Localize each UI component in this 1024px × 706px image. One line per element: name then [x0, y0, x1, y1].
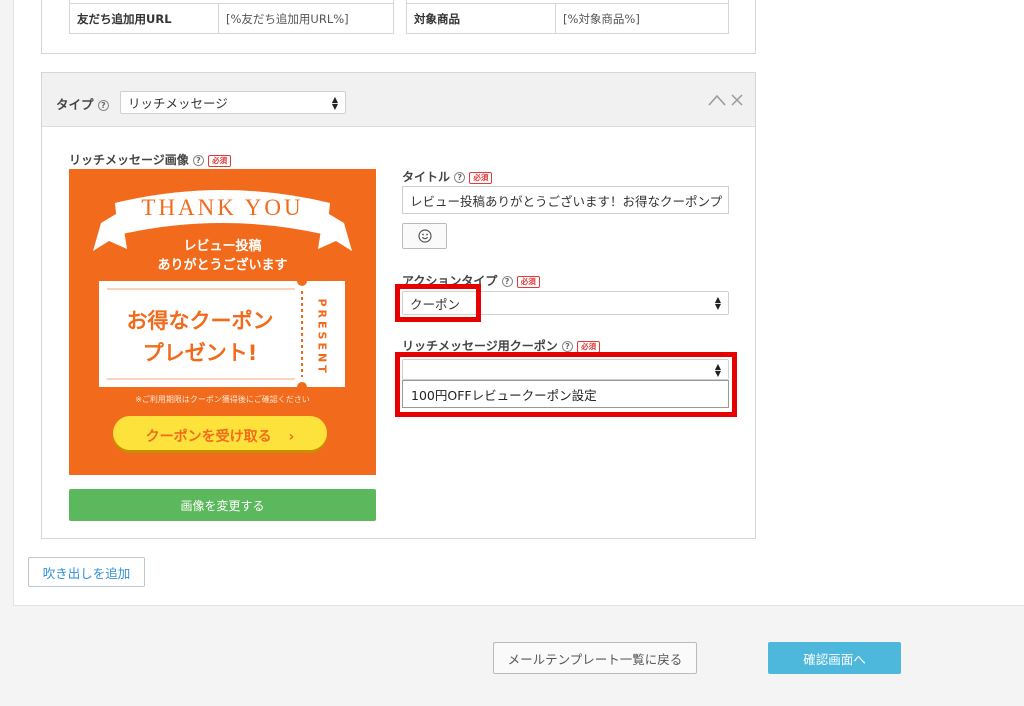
image-line1: レビュー投稿	[183, 239, 262, 254]
help-icon[interactable]: ?	[192, 155, 204, 166]
emoji-button[interactable]	[402, 223, 447, 249]
cta-text: クーポンを受け取る ›	[145, 429, 295, 445]
back-to-list-button[interactable]: メールテンプレート一覧に戻る	[493, 642, 697, 674]
type-select-value: リッチメッセージ	[128, 96, 228, 111]
highlight-box-action-type	[395, 284, 481, 322]
change-image-button[interactable]: 画像を変更する	[69, 489, 376, 521]
chevron-right-icon: ›	[288, 429, 295, 445]
coupon-line2: プレゼント!	[142, 341, 258, 365]
title-input[interactable]: レビュー投稿ありがとうございます！お得なクーポンプ	[402, 186, 729, 214]
friend-url-value: [%友だち追加用URL%]	[218, 3, 394, 34]
confirm-button[interactable]: 確認画面へ	[768, 642, 901, 674]
target-product-value: [%対象商品%]	[555, 3, 729, 34]
friend-url-header: 友だち追加用URL	[69, 3, 219, 34]
collapse-icon[interactable]	[708, 94, 726, 106]
help-icon[interactable]: ?	[501, 276, 513, 287]
highlight-box-coupon	[395, 352, 737, 417]
close-icon[interactable]	[731, 94, 743, 106]
required-badge: 必須	[469, 171, 493, 184]
thank-you-text: THANK YOU	[141, 195, 304, 220]
rich-image-label: リッチメッセージ画像 ? 必須	[69, 151, 232, 168]
required-badge: 必須	[577, 340, 601, 353]
bubble-header: タイプ ? リッチメッセージ ▲ ▼	[42, 73, 755, 127]
help-icon[interactable]: ?	[561, 341, 573, 352]
present-text: PRESENT	[315, 298, 329, 376]
help-icon[interactable]: ?	[97, 100, 109, 111]
required-badge: 必須	[516, 275, 540, 288]
rich-message-image: THANK YOU レビュー投稿 ありがとうございます お得なクーポン プレゼン…	[69, 169, 376, 475]
top-variables-section: 友だち追加用URL [%友だち追加用URL%] 対象商品 [%対象商品%]	[41, 0, 756, 54]
expiry-note: ※ご利用期限はクーポン獲得後にご確認ください	[135, 395, 310, 404]
select-arrows-icon: ▲ ▼	[714, 295, 721, 311]
image-line2: ありがとうございます	[157, 258, 288, 273]
smiley-icon	[417, 229, 432, 243]
select-arrows-icon: ▲ ▼	[331, 94, 338, 111]
add-bubble-button[interactable]: 吹き出しを追加	[28, 557, 145, 587]
type-select[interactable]: リッチメッセージ ▲ ▼	[120, 91, 346, 114]
target-product-header: 対象商品	[406, 3, 556, 34]
variables-table-left: 友だち追加用URL [%友だち追加用URL%]	[69, 0, 394, 34]
required-badge: 必須	[208, 154, 232, 167]
coupon-line1: お得なクーポン	[126, 309, 274, 333]
help-icon[interactable]: ?	[454, 172, 466, 183]
type-label: タイプ ?	[56, 94, 109, 113]
title-label: タイトル ? 必須	[402, 168, 493, 185]
variables-table-right: 対象商品 [%対象商品%]	[406, 0, 729, 34]
